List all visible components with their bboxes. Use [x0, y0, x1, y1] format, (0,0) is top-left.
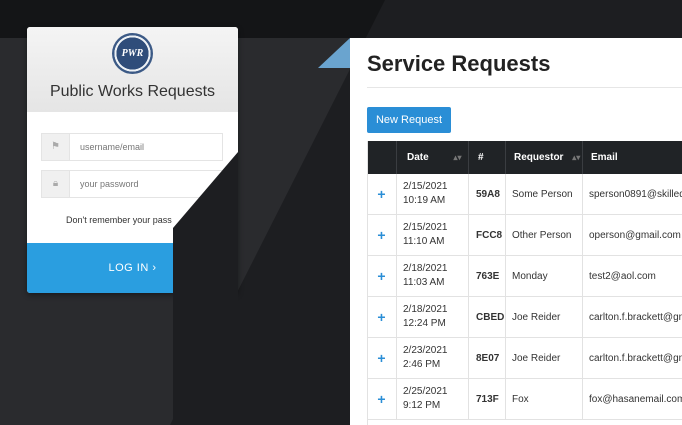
header-date[interactable]: Date ▴▾ — [397, 141, 469, 174]
requestor-cell: Some Person — [506, 174, 583, 215]
table-row: + 2/18/2021 11:03 AM 763E Monday test2@ao… — [367, 256, 682, 297]
date-value: 2/15/2021 — [403, 222, 448, 233]
id-cell: 763E — [469, 256, 506, 297]
date-value: 2/18/2021 — [403, 304, 448, 315]
email-cell: carlton.f.brackett@gn — [589, 312, 682, 323]
table-row: + 2/23/2021 2:46 PM 8E07 Joe Reider carlt… — [367, 338, 682, 379]
header-email-label: Email — [591, 152, 618, 163]
expand-plus-icon[interactable]: + — [367, 215, 397, 256]
id-cell: 713F — [469, 379, 506, 420]
table-header: Date ▴▾ # Requestor ▴▾ Email — [367, 141, 682, 174]
email-cell: sperson0891@skilledl — [589, 189, 682, 200]
time-value: 10:19 AM — [403, 195, 446, 206]
date-cell: 2/18/2021 11:03 AM — [397, 256, 469, 297]
pwr-logo: PWR — [112, 33, 153, 74]
user-icon: ⚑ — [42, 134, 70, 160]
login-title: Public Works Requests — [49, 83, 216, 100]
date-cell: 2/18/2021 12:24 PM — [397, 297, 469, 338]
title-divider — [367, 87, 682, 88]
time-value: 2:46 PM — [403, 359, 441, 370]
requestor-cell: Fox — [506, 379, 583, 420]
table-left-border — [367, 141, 368, 425]
lock-icon: 🔒︎ — [42, 171, 70, 197]
id-cell: 59A8 — [469, 174, 506, 215]
email-cell: carlton.f.brackett@gn — [589, 353, 682, 364]
username-placeholder: username/email — [80, 142, 145, 152]
requestor-cell: Joe Reider — [506, 297, 583, 338]
header-id[interactable]: # — [469, 141, 506, 174]
page-title: Service Requests — [367, 51, 551, 76]
email-cell: operson@gmail.com — [589, 230, 681, 241]
table-row: + 2/18/2021 12:24 PM CBED Joe Reider carl… — [367, 297, 682, 338]
header-date-label: Date — [407, 152, 429, 163]
sort-icon: ▴▾ — [453, 153, 462, 162]
time-value: 11:03 AM — [403, 277, 445, 288]
id-cell: FCC8 — [469, 215, 506, 256]
header-email[interactable]: Email — [583, 141, 682, 174]
expand-plus-icon[interactable]: + — [367, 174, 397, 215]
username-field[interactable]: ⚑ username/email — [41, 133, 223, 161]
password-field[interactable]: 🔒︎ your password — [41, 170, 223, 198]
header-requestor-label: Requestor — [514, 152, 564, 163]
header-expand-col — [367, 141, 397, 174]
table-row: + 2/15/2021 11:10 AM FCC8 Other Person op… — [367, 215, 682, 256]
date-value: 2/23/2021 — [403, 345, 448, 356]
table-row: + 2/25/2021 9:12 PM 713F Fox fox@hasanema… — [367, 379, 682, 420]
time-value: 12:24 PM — [403, 318, 446, 329]
date-cell: 2/15/2021 10:19 AM — [397, 174, 469, 215]
requestor-cell: Other Person — [506, 215, 583, 256]
requestor-cell: Monday — [506, 256, 583, 297]
forgot-password-link[interactable]: Don't remember your pass — [66, 215, 172, 225]
date-cell: 2/15/2021 11:10 AM — [397, 215, 469, 256]
date-value: 2/25/2021 — [403, 386, 448, 397]
login-header: PWR Public Works Requests — [27, 27, 238, 112]
date-cell: 2/25/2021 9:12 PM — [397, 379, 469, 420]
service-requests-panel: Service Requests New Request Date ▴▾ # R… — [350, 38, 682, 425]
new-request-button[interactable]: New Request — [367, 107, 451, 133]
date-cell: 2/23/2021 2:46 PM — [397, 338, 469, 379]
header-id-label: # — [478, 152, 484, 163]
expand-plus-icon[interactable]: + — [367, 256, 397, 297]
id-cell: 8E07 — [469, 338, 506, 379]
requestor-cell: Joe Reider — [506, 338, 583, 379]
date-value: 2/18/2021 — [403, 263, 448, 274]
sort-icon: ▴▾ — [572, 153, 581, 162]
password-placeholder: your password — [80, 179, 139, 189]
requests-table: Date ▴▾ # Requestor ▴▾ Email + 2/15/2021… — [367, 141, 682, 420]
id-cell: CBED — [469, 297, 506, 338]
time-value: 9:12 PM — [403, 400, 441, 411]
header-requestor[interactable]: Requestor ▴▾ — [506, 141, 583, 174]
email-cell: fox@hasanemail.com — [589, 394, 682, 405]
date-value: 2/15/2021 — [403, 181, 448, 192]
time-value: 11:10 AM — [403, 236, 445, 247]
table-row: + 2/15/2021 10:19 AM 59A8 Some Person spe… — [367, 174, 682, 215]
expand-plus-icon[interactable]: + — [367, 379, 397, 420]
email-cell: test2@aol.com — [589, 271, 656, 282]
expand-plus-icon[interactable]: + — [367, 338, 397, 379]
expand-plus-icon[interactable]: + — [367, 297, 397, 338]
